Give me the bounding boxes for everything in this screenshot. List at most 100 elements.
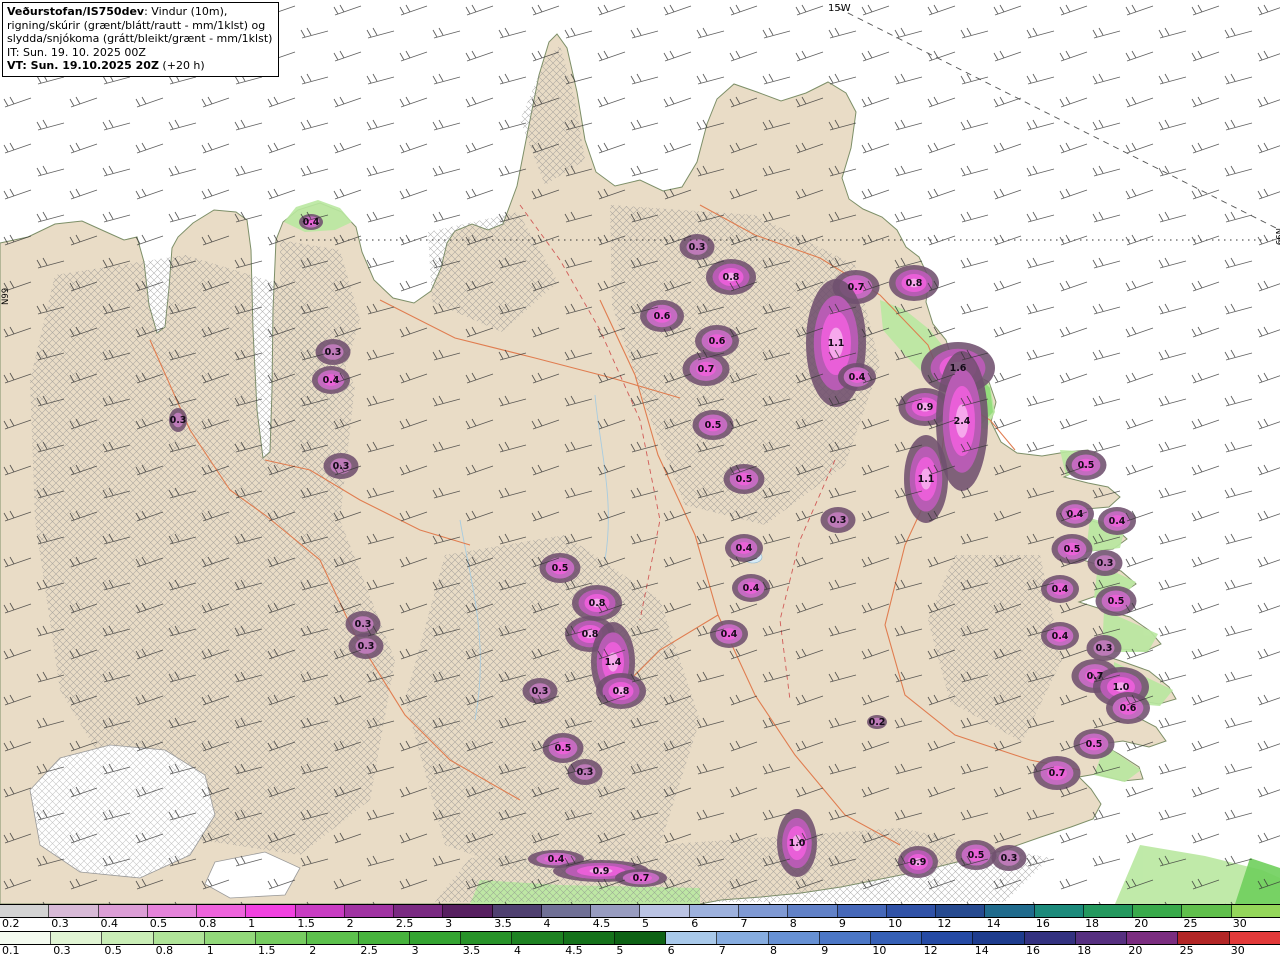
legend-tick-label: 30 (1230, 944, 1245, 957)
legend-segment (102, 932, 154, 944)
precip-value-label: 0.3 (1096, 643, 1113, 654)
legend-tick-label: 12 (937, 917, 952, 930)
precip-value-label: 0.6 (654, 311, 671, 322)
legend-segment (344, 905, 395, 917)
precip-value-label: 0.5 (555, 743, 572, 754)
precip-value-label: 0.3 (333, 461, 350, 472)
legend-color-strip (0, 931, 1280, 945)
precip-value-label: 0.8 (613, 686, 630, 697)
legend-segment (394, 905, 444, 917)
legend-segment (98, 905, 148, 917)
legend-tick-label: 10 (872, 944, 887, 957)
meridian-label: 15W (828, 3, 851, 14)
legend-segment (1178, 932, 1230, 944)
precip-value-label: 0.4 (1052, 631, 1069, 642)
precip-value-label: 0.7 (1049, 768, 1066, 779)
precip-value-label: 0.5 (968, 850, 985, 861)
legend-tick-label: 1 (248, 917, 256, 930)
precip-value-label: 0.5 (1086, 739, 1103, 750)
precip-value-label: 0.7 (848, 282, 865, 293)
legend-tick-label: 4.5 (565, 944, 583, 957)
precip-value-label: 0.4 (303, 217, 320, 228)
legend-tick-label: 1 (206, 944, 214, 957)
legend-tick-label: 0.3 (51, 917, 69, 930)
precip-value-label: 0.4 (849, 372, 866, 383)
legend-segment (204, 932, 257, 944)
precip-value-label: 0.7 (698, 364, 715, 375)
legend-segment (591, 905, 641, 917)
legend-segment (409, 932, 462, 944)
legend-segment (1034, 905, 1084, 917)
precip-value-label: 0.7 (1087, 671, 1104, 682)
rain-scale-bar: 0.1 0.3 0.5 0.8 1 1.5 2 2.5 3 3.5 4 4.5 5 6 7 8 9 10 12 14 1… (0, 931, 1280, 958)
legend-segment (307, 932, 359, 944)
legend-tick-label: 0.4 (100, 917, 118, 930)
legend-tick-label: 6 (667, 944, 675, 957)
legend-segment (1182, 905, 1232, 917)
precip-value-label: 0.6 (709, 336, 726, 347)
lead-time: (+20 h) (158, 59, 205, 72)
legend-segment (985, 905, 1035, 917)
legend-tick-label: 5 (642, 917, 649, 930)
precip-value-label: 0.2 (869, 717, 886, 728)
legend-segment (922, 932, 974, 944)
legend-tick-label: 4 (514, 944, 521, 957)
precip-value-label: 0.8 (723, 272, 740, 283)
legend-segment (973, 932, 1025, 944)
precip-value-label: 0.5 (1064, 544, 1081, 555)
legend-tick-label: 14 (974, 944, 989, 957)
legend: 0.2 0.3 0.4 0.5 0.8 1 1.5 2 2.5 3 3.5 4 4.5 5 6 7 8 9 10 12… (0, 904, 1280, 958)
info-line-rain: rigning/skúrir (grænt/blátt/rautt - mm/1… (7, 18, 266, 32)
legend-segment (541, 905, 592, 917)
legend-tick-label: 12 (923, 944, 938, 957)
precip-value-label: 1.0 (789, 838, 806, 849)
legend-tick-label: 2.5 (395, 917, 414, 930)
valid-time: VT: Sun. 19.10.2025 20Z (7, 59, 159, 72)
precip-value-label: 0.4 (323, 375, 340, 386)
precip-value-label: 0.3 (170, 415, 187, 426)
legend-tick-label: 25 (1183, 917, 1198, 930)
precip-value-label: 0.4 (721, 629, 738, 640)
legend-segment (51, 932, 103, 944)
legend-tick-label: 3 (445, 917, 453, 930)
legend-tick-label: 1.5 (258, 944, 276, 957)
legend-tick-label: 8 (770, 944, 777, 957)
legend-segment (1133, 905, 1183, 917)
legend-tick-label: 25 (1179, 944, 1194, 957)
legend-tick-label: 0.8 (155, 944, 174, 957)
legend-segment (49, 905, 99, 917)
precip-value-label: 0.3 (325, 347, 342, 358)
precip-value-label: 0.3 (1097, 558, 1114, 569)
legend-tick-label: 0.1 (2, 944, 20, 957)
legend-segment (153, 932, 205, 944)
legend-segment (717, 932, 769, 944)
left-edge-label: N99 (1, 288, 11, 305)
precip-value-label: 0.4 (1052, 584, 1069, 595)
legend-tick-label: 0.5 (149, 917, 168, 930)
legend-tick-label: 7 (718, 944, 726, 957)
precip-value-label: 0.4 (548, 854, 565, 865)
info-line-snow: slydda/snjókoma (grátt/bleikt/grænt - mm… (7, 32, 273, 45)
precip-value-label: 0.9 (593, 866, 610, 877)
legend-segment (443, 905, 493, 917)
legend-segment (295, 905, 345, 917)
info-line-init-time: IT: Sun. 19. 10. 2025 00Z (7, 45, 146, 59)
legend-segment (819, 932, 871, 944)
legend-tick-label: 0.5 (104, 944, 122, 957)
snow-scale-bar: 0.2 0.3 0.4 0.5 0.8 1 1.5 2 2.5 3 3.5 4 4.5 5 6 7 8 9 10 12… (0, 904, 1280, 931)
legend-tick-labels: 0.2 0.3 0.4 0.5 0.8 1 1.5 2 2.5 3 3.5 4 4.5 5 6 7 8 9 10 12… (0, 917, 1280, 931)
legend-segment (1024, 932, 1076, 944)
legend-segment (256, 932, 308, 944)
legend-segment (738, 905, 789, 917)
legend-segment (0, 932, 52, 944)
precip-value-label: 0.5 (1078, 460, 1095, 471)
legend-tick-label: 4.5 (592, 917, 611, 930)
legend-segment (197, 905, 247, 917)
legend-segment (1083, 905, 1134, 917)
weather-forecast-screen: 0.3 0.8 0.7 0.8 0.6 0.6 1.1 0.7 0.4 0.3 0.4 1.6 0.9 2… (0, 0, 1280, 958)
legend-tick-label: 1.5 (297, 917, 315, 930)
legend-tick-label: 0.3 (53, 944, 71, 957)
precip-value-label: 0.4 (736, 543, 753, 554)
legend-tick-label: 7 (740, 917, 748, 930)
legend-tick-label: 6 (691, 917, 699, 930)
